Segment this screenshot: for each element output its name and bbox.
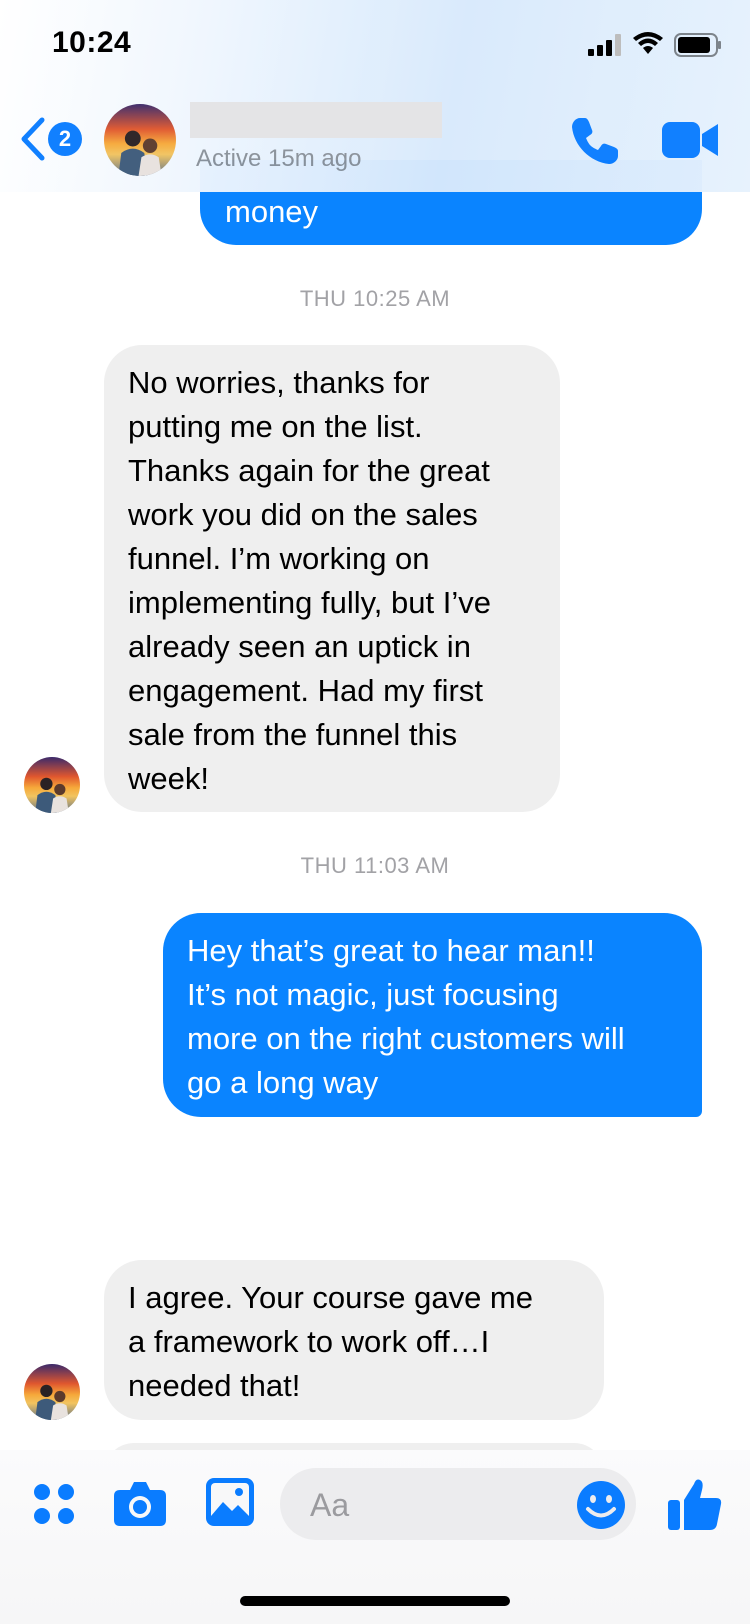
avatar-photo [24,1364,80,1420]
message-line: go a long way [187,1065,379,1100]
video-camera-icon[interactable] [662,120,720,160]
status-time: 10:24 [52,26,132,59]
message-bubble-outgoing[interactable]: Hey that’s great to hear man!! It’s not … [163,913,702,1117]
battery-icon [674,33,721,57]
unread-count-badge: 2 [48,122,82,156]
message-line: work you did on the sales [128,497,478,532]
status-bar: 10:24 [0,0,750,92]
message-bubble-incoming[interactable]: I agree. Your course gave me a framework… [104,1260,604,1420]
message-timestamp: THU 10:25 AM [299,286,451,311]
message-line: more on the right customers will [187,1021,625,1056]
conversation-thread[interactable]: money THU 10:25 AM No worries, thanks fo… [0,0,750,1450]
home-indicator[interactable] [240,1596,510,1606]
back-chevron-icon [21,117,45,161]
contact-avatar[interactable] [104,104,176,176]
message-line: No worries, thanks for [128,365,430,400]
message-composer: Aa [0,1450,750,1624]
contact-name[interactable] [190,102,442,138]
message-bubble-incoming-partial[interactable] [104,1443,604,1450]
message-line: needed that! [128,1368,301,1403]
apps-grid-icon[interactable] [32,1482,76,1526]
message-line: engagement. Had my first [128,673,483,708]
camera-icon[interactable] [114,1478,166,1528]
message-line: a framework to work off…I [128,1324,490,1359]
active-status: Active 15m ago [196,145,362,172]
message-bubble-incoming[interactable]: No worries, thanks for putting me on the… [104,345,560,812]
message-line: Thanks again for the great [128,453,490,488]
cellular-signal-icon [588,34,621,56]
message-line: funnel. I’m working on [128,541,430,576]
wifi-icon [633,32,663,54]
thumbs-up-icon[interactable] [668,1476,722,1532]
message-timestamp: THU 11:03 AM [300,853,450,878]
avatar-photo [24,757,80,813]
message-line: It’s not magic, just focusing [187,977,559,1012]
photo-gallery-icon[interactable] [206,1478,254,1526]
message-line: sale from the funnel this [128,717,458,752]
message-line: putting me on the list. [128,409,423,444]
message-input-placeholder: Aa [310,1487,350,1523]
phone-icon[interactable] [568,114,622,168]
back-button[interactable]: 2 [18,114,88,166]
message-line: I agree. Your course gave me [128,1280,533,1315]
emoji-icon[interactable] [576,1480,626,1530]
message-line: week! [128,761,209,796]
message-line: Hey that’s great to hear man!! [187,933,595,968]
message-line: implementing fully, but I’ve [128,585,491,620]
sender-avatar[interactable] [24,1364,80,1420]
message-input[interactable]: Aa [280,1468,636,1540]
message-text: money [225,194,319,229]
sender-avatar[interactable] [24,757,80,813]
avatar-photo [104,104,176,176]
message-line: already seen an uptick in [128,629,471,664]
